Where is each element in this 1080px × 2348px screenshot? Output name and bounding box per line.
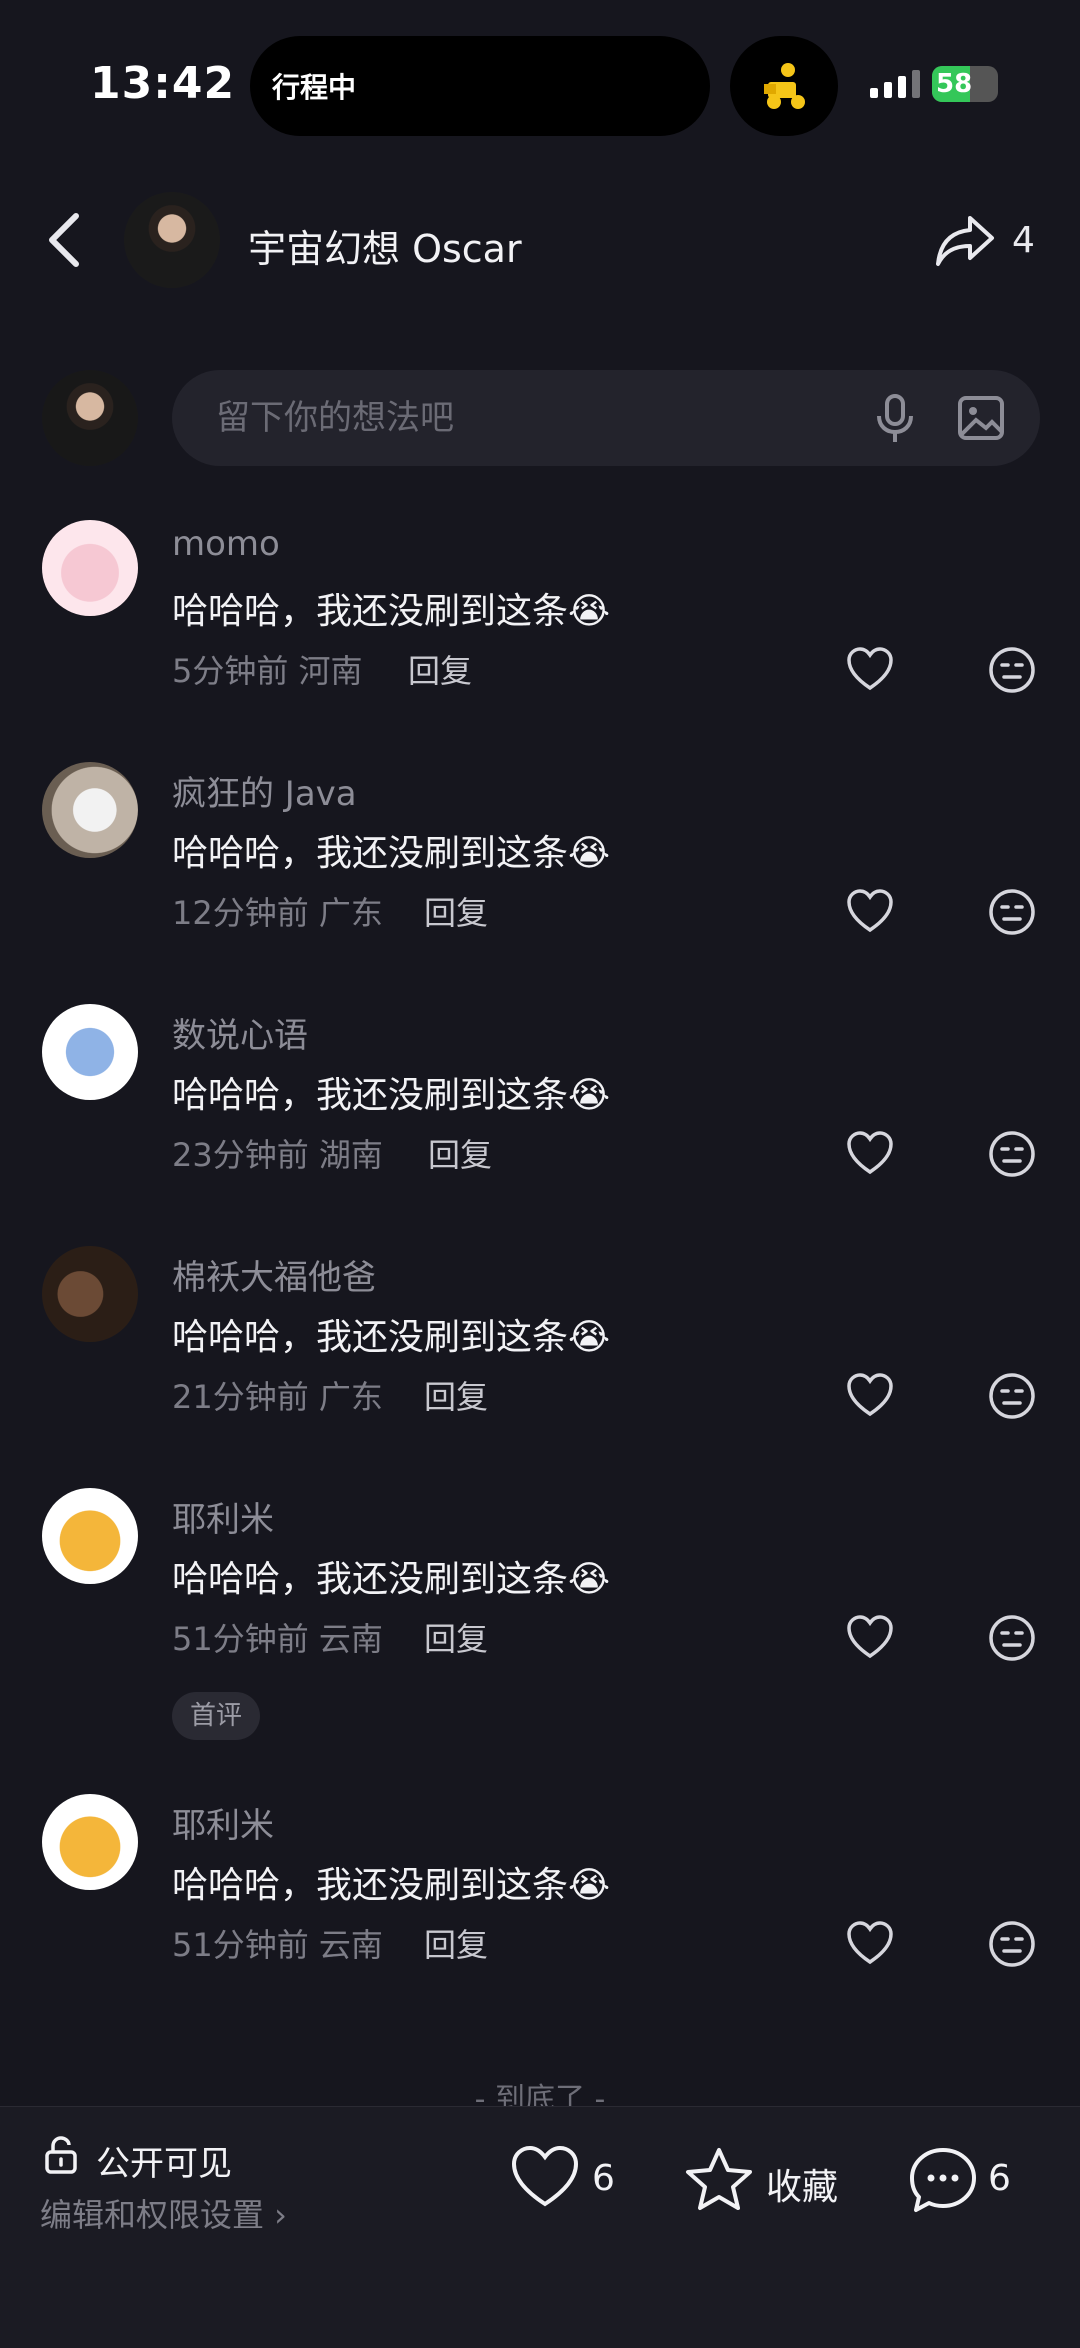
signal-icon	[870, 70, 920, 98]
status-time: 13:42	[90, 58, 236, 109]
like-icon[interactable]	[846, 1372, 894, 1418]
comment-time: 12分钟前	[172, 894, 309, 932]
comment-text: 哈哈哈，我还没刷到这条😭	[172, 1559, 611, 1600]
comment-count: 6	[988, 2158, 1011, 2199]
microphone-icon[interactable]	[870, 392, 920, 444]
battery-icon: 58	[932, 66, 998, 102]
comment-location: 云南	[318, 1620, 383, 1658]
comment-icon[interactable]	[908, 2146, 978, 2216]
commenter-avatar[interactable]	[42, 1794, 138, 1890]
share-icon[interactable]	[934, 208, 998, 272]
my-avatar	[42, 370, 138, 466]
commenter-avatar[interactable]	[42, 1004, 138, 1100]
star-icon[interactable]	[684, 2146, 754, 2212]
battery-level: 58	[936, 69, 973, 99]
commenter-name[interactable]: 耶利米	[172, 1492, 274, 1541]
comment-location: 广东	[318, 894, 383, 932]
like-icon[interactable]	[846, 1614, 894, 1660]
back-icon[interactable]	[40, 210, 90, 270]
comment-location: 河南	[298, 652, 363, 690]
comment-text: 哈哈哈，我还没刷到这条😭	[172, 833, 611, 874]
like-icon[interactable]	[846, 1130, 894, 1176]
like-icon[interactable]	[846, 888, 894, 934]
author-avatar[interactable]	[124, 192, 220, 288]
reply-button[interactable]: 回复	[424, 1614, 488, 1660]
comment-text: 哈哈哈，我还没刷到这条😭	[172, 1075, 611, 1116]
reply-button[interactable]: 回复	[424, 888, 488, 934]
reply-button[interactable]: 回复	[428, 1130, 492, 1176]
comment-location: 云南	[318, 1926, 383, 1964]
meh-face-icon[interactable]	[988, 1614, 1036, 1662]
favorite-label[interactable]: 收藏	[766, 2158, 838, 2210]
commenter-avatar[interactable]	[42, 1246, 138, 1342]
image-icon[interactable]	[956, 394, 1006, 442]
page-title[interactable]: 宇宙幻想 Oscar	[248, 218, 522, 273]
comment-location: 广东	[318, 1378, 383, 1416]
comment-text: 哈哈哈，我还没刷到这条😭	[172, 1317, 611, 1358]
first-comment-badge: 首评	[172, 1692, 261, 1740]
unlock-icon	[45, 2136, 77, 2174]
comment-time: 23分钟前	[172, 1136, 309, 1174]
comment-time: 51分钟前	[172, 1620, 309, 1658]
meh-face-icon[interactable]	[988, 1920, 1036, 1968]
commenter-name[interactable]: momo	[172, 524, 280, 564]
reply-button[interactable]: 回复	[408, 646, 472, 692]
comment-meta: 23分钟前 湖南	[172, 1130, 383, 1176]
comment-location: 湖南	[318, 1136, 383, 1174]
reply-button[interactable]: 回复	[424, 1372, 488, 1418]
comment-time: 5分钟前	[172, 652, 289, 690]
like-icon[interactable]	[846, 646, 894, 692]
edit-permissions-link[interactable]: 编辑和权限设置 ›	[40, 2190, 287, 2236]
dynamic-island[interactable]: 行程中	[250, 36, 710, 136]
comment-text: 哈哈哈，我还没刷到这条😭	[172, 1865, 611, 1906]
island-text: 行程中	[272, 71, 357, 104]
like-count: 6	[592, 2158, 615, 2199]
commenter-name[interactable]: 耶利米	[172, 1798, 274, 1847]
comment-time: 51分钟前	[172, 1926, 309, 1964]
commenter-avatar[interactable]	[42, 520, 138, 616]
commenter-name[interactable]: 棉袄大福他爸	[172, 1250, 376, 1299]
comment-text: 哈哈哈，我还没刷到这条😭	[172, 591, 611, 632]
comment-meta: 51分钟前 云南	[172, 1614, 383, 1660]
commenter-avatar[interactable]	[42, 1488, 138, 1584]
comment-meta: 51分钟前 云南	[172, 1920, 383, 1966]
meh-face-icon[interactable]	[988, 1130, 1036, 1178]
comment-meta: 21分钟前 广东	[172, 1372, 383, 1418]
meh-face-icon[interactable]	[988, 888, 1036, 936]
like-icon[interactable]	[510, 2144, 580, 2210]
delivery-rider-icon	[764, 63, 805, 109]
reply-button[interactable]: 回复	[424, 1920, 488, 1966]
meh-face-icon[interactable]	[988, 646, 1036, 694]
commenter-avatar[interactable]	[42, 762, 138, 858]
delivery-activity[interactable]	[730, 36, 838, 136]
like-icon[interactable]	[846, 1920, 894, 1966]
commenter-name[interactable]: 疯狂的 Java	[172, 766, 357, 815]
share-count: 4	[1012, 220, 1035, 261]
meh-face-icon[interactable]	[988, 1372, 1036, 1420]
comment-meta: 5分钟前 河南	[172, 646, 363, 692]
visibility-label[interactable]: 公开可见	[96, 2136, 232, 2185]
comment-time: 21分钟前	[172, 1378, 309, 1416]
comment-meta: 12分钟前 广东	[172, 888, 383, 934]
commenter-name[interactable]: 数说心语	[172, 1008, 308, 1057]
